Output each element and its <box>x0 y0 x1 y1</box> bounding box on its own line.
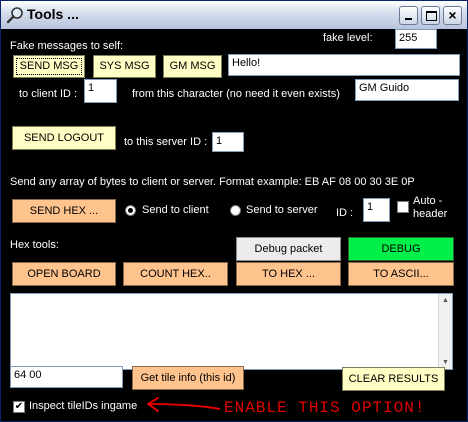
title-bar[interactable]: Tools ... × <box>1 1 467 29</box>
maximize-icon <box>426 11 437 21</box>
maximize-button[interactable] <box>421 6 440 25</box>
server-id-label: to this server ID : <box>124 136 208 148</box>
annotation-text: ENABLE THIS OPTION! <box>224 399 426 417</box>
tools-window: Tools ... × Fake messages to self: fake … <box>0 0 468 422</box>
scroll-up-icon[interactable]: ▲ <box>439 294 452 307</box>
target-id-field[interactable]: 1 <box>363 198 390 222</box>
fake-level-field[interactable]: 255 <box>395 29 437 49</box>
send-msg-button[interactable]: SEND MSG <box>13 55 85 78</box>
results-textarea[interactable]: ▲ ▼ <box>10 293 453 370</box>
window-title: Tools ... <box>27 6 79 22</box>
auto-header-label[interactable]: Auto - header <box>413 195 447 221</box>
checkmark-icon: ✔ <box>14 401 24 412</box>
close-button[interactable]: × <box>443 6 462 25</box>
minimize-icon <box>405 18 412 20</box>
from-character-label: from this character (no need it even exi… <box>132 88 340 100</box>
send-hex-description: Send any array of bytes to client or ser… <box>10 176 415 188</box>
clear-results-button[interactable]: CLEAR RESULTS <box>342 367 445 391</box>
magnifier-icon <box>6 7 23 24</box>
fake-level-label: fake level: <box>323 32 373 44</box>
send-logout-button[interactable]: SEND LOGOUT <box>12 126 116 150</box>
radio-selected-dot <box>128 208 133 213</box>
debug-packet-button[interactable]: Debug packet <box>236 237 341 261</box>
send-hex-button[interactable]: SEND HEX ... <box>12 199 116 223</box>
id-label: ID : <box>336 207 354 219</box>
gm-msg-button[interactable]: GM MSG <box>163 55 222 78</box>
send-to-server-label[interactable]: Send to server <box>246 204 318 216</box>
to-client-label: to client ID : <box>19 88 78 100</box>
send-to-server-radio[interactable] <box>230 205 241 216</box>
client-id-field[interactable]: 1 <box>84 79 117 103</box>
message-field[interactable]: Hello! <box>228 54 460 76</box>
sys-msg-button[interactable]: SYS MSG <box>93 55 156 78</box>
debug-button[interactable]: DEBUG <box>348 237 454 261</box>
send-to-client-radio[interactable] <box>125 205 136 216</box>
auto-header-checkbox[interactable] <box>397 201 409 213</box>
open-board-button[interactable]: OPEN BOARD <box>12 262 116 286</box>
get-tile-info-button[interactable]: Get tile info (this id) <box>132 366 244 390</box>
fake-messages-label: Fake messages to self: <box>10 40 124 52</box>
character-name-field[interactable]: GM Guido <box>355 79 459 101</box>
minimize-button[interactable] <box>399 6 418 25</box>
tile-id-field[interactable]: 64 00 <box>10 366 123 388</box>
hex-tools-label: Hex tools: <box>10 239 59 251</box>
server-id-field[interactable]: 1 <box>212 132 244 152</box>
to-ascii-button[interactable]: TO ASCII... <box>348 262 454 286</box>
count-hex-button[interactable]: COUNT HEX.. <box>123 262 228 286</box>
annotation-arrow-icon <box>147 397 221 412</box>
inspect-label[interactable]: Inspect tileIDs ingame <box>29 400 137 412</box>
inspect-checkbox[interactable]: ✔ <box>13 401 25 413</box>
results-scrollbar[interactable]: ▲ ▼ <box>438 294 452 369</box>
send-to-client-label[interactable]: Send to client <box>142 204 209 216</box>
close-icon: × <box>448 7 457 23</box>
to-hex-button[interactable]: TO HEX ... <box>236 262 341 286</box>
